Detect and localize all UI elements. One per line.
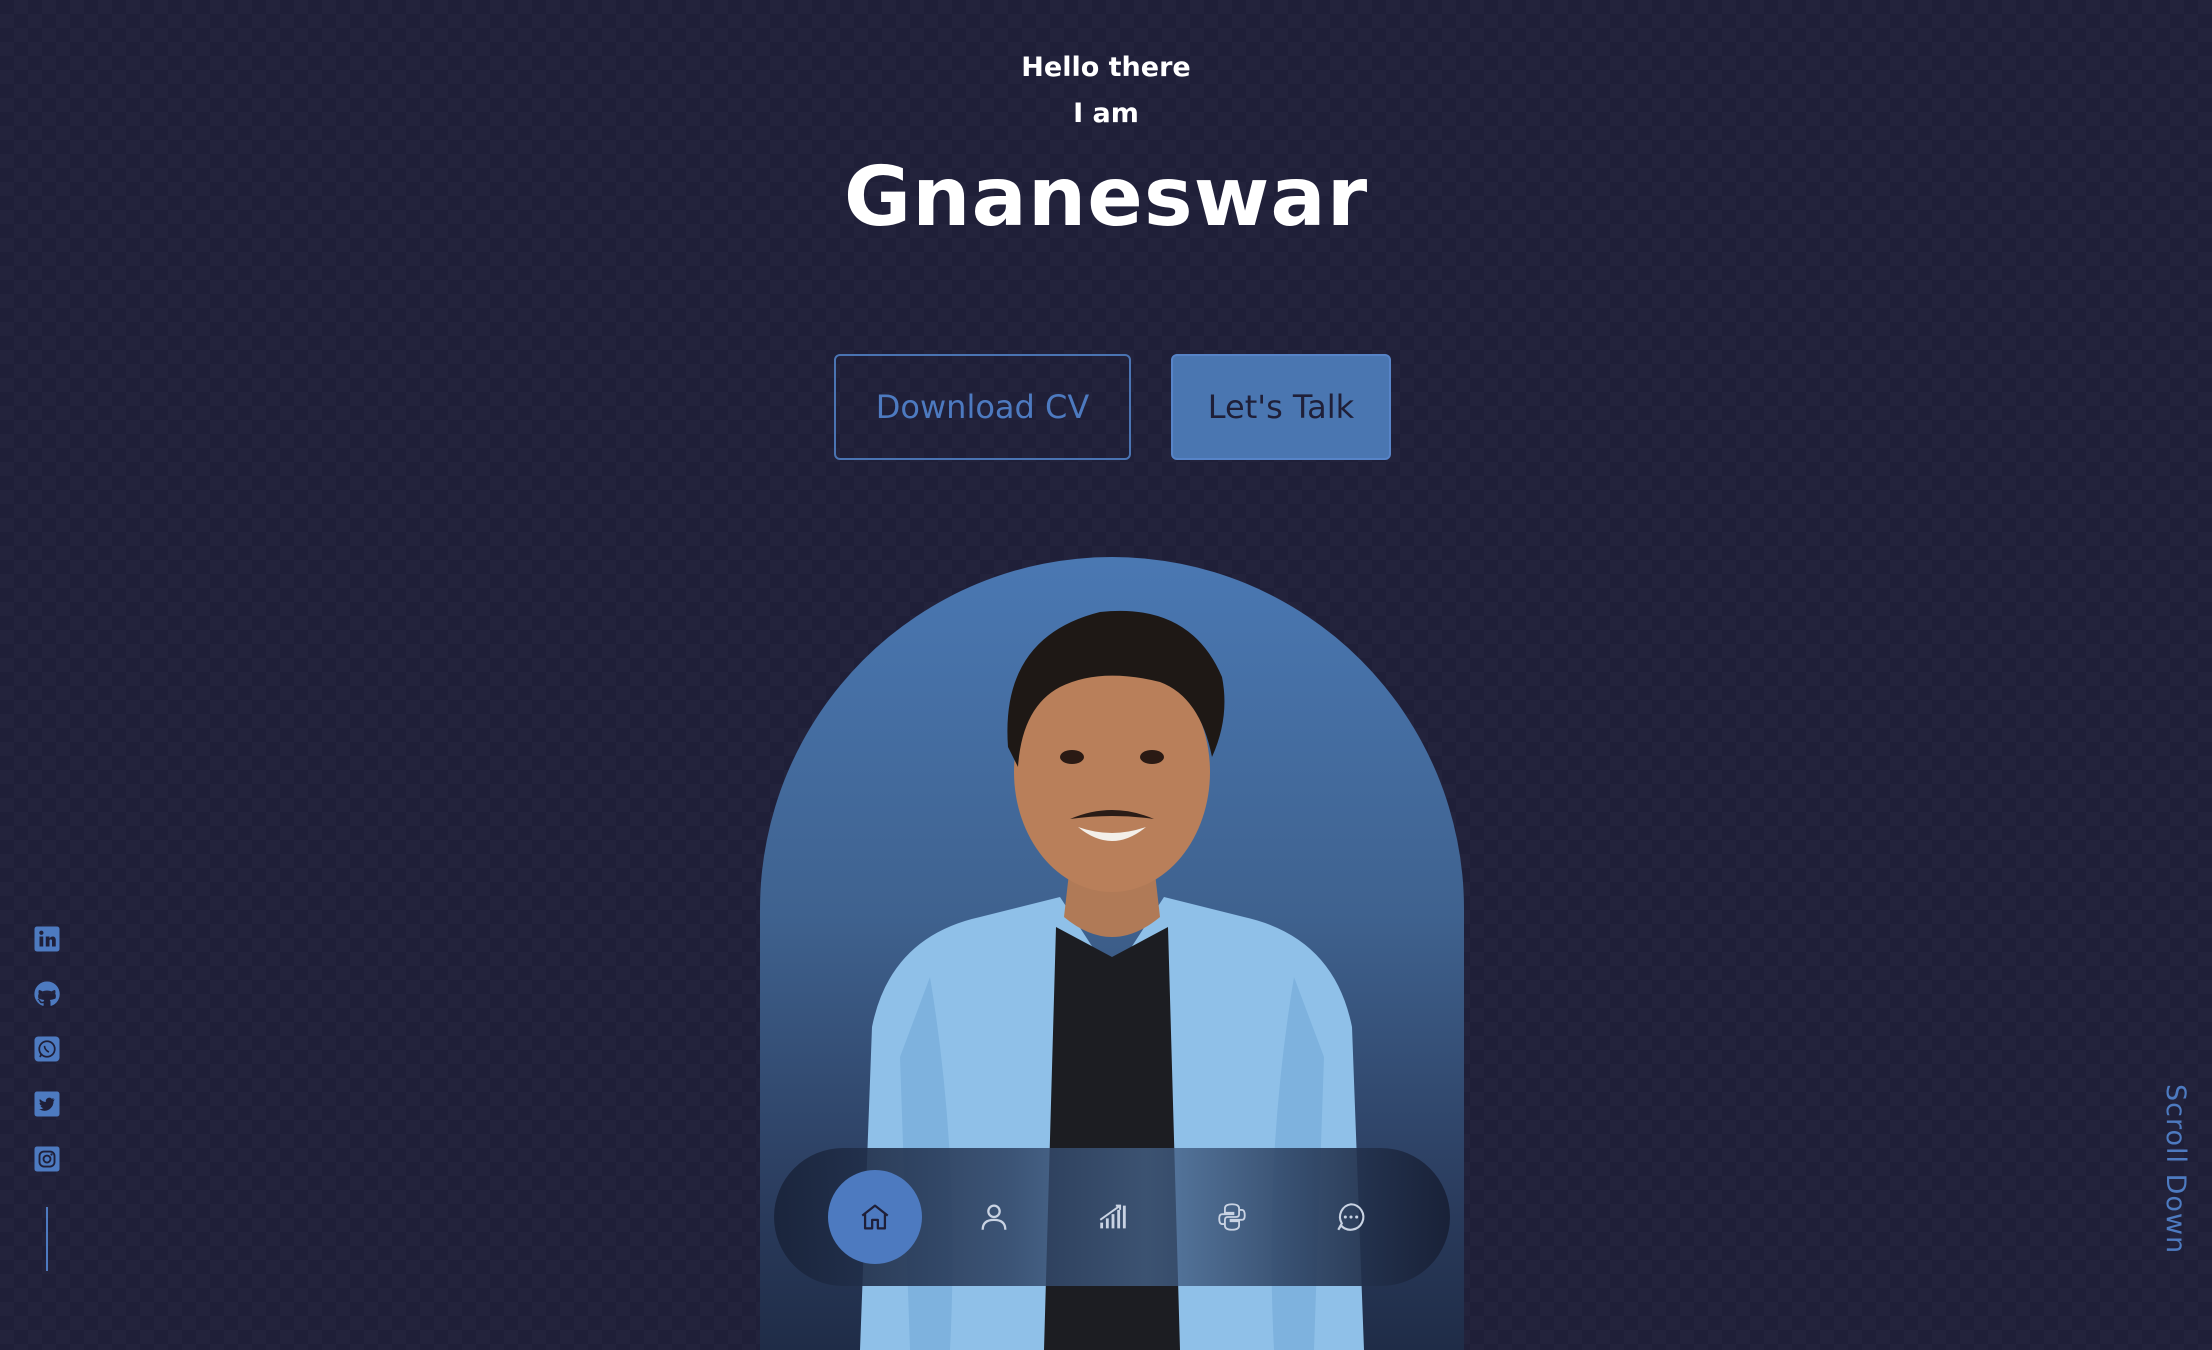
github-link[interactable]	[32, 979, 62, 1009]
chart-icon	[1099, 1204, 1126, 1229]
social-links	[32, 924, 62, 1271]
twitter-link[interactable]	[32, 1089, 62, 1119]
github-icon	[34, 981, 60, 1006]
intro-text: I am	[1073, 98, 1139, 129]
python-icon	[1218, 1203, 1246, 1231]
whatsapp-link[interactable]	[32, 1034, 62, 1064]
whatsapp-icon	[34, 1036, 60, 1062]
social-divider-line	[46, 1207, 48, 1271]
chat-icon	[1337, 1203, 1365, 1231]
bottom-nav	[774, 1148, 1450, 1286]
nav-projects[interactable]	[1185, 1170, 1279, 1264]
nav-contact[interactable]	[1304, 1170, 1398, 1264]
nav-about[interactable]	[947, 1170, 1041, 1264]
instagram-link[interactable]	[32, 1144, 62, 1174]
linkedin-link[interactable]	[32, 924, 62, 954]
instagram-icon	[34, 1146, 60, 1172]
cta-buttons: Download CV Let's Talk	[834, 354, 1391, 460]
scroll-down-link[interactable]: Scroll Down	[2160, 1084, 2191, 1254]
linkedin-icon	[34, 926, 60, 952]
greeting-text: Hello there	[1021, 52, 1191, 83]
download-cv-button[interactable]: Download CV	[834, 354, 1131, 460]
nav-home[interactable]	[828, 1170, 922, 1264]
twitter-icon	[34, 1091, 60, 1117]
user-icon	[981, 1204, 1007, 1230]
home-icon	[861, 1204, 889, 1230]
page-title: Gnaneswar	[843, 150, 1369, 245]
nav-skills[interactable]	[1066, 1170, 1160, 1264]
lets-talk-button[interactable]: Let's Talk	[1171, 354, 1391, 460]
